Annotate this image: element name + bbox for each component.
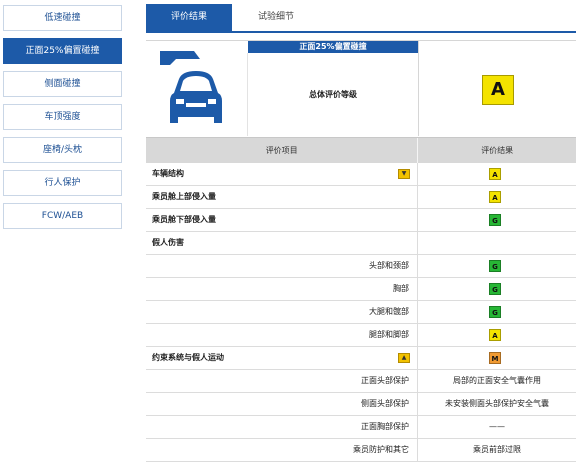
sidebar-item-low-speed[interactable]: 低速碰撞 [3, 5, 122, 31]
sidebar-item-pedestrian[interactable]: 行人保护 [3, 170, 122, 196]
overall-header: 正面25%偏置碰撞 总体评价等级 A [146, 40, 576, 137]
row-label: 胸部 [393, 284, 409, 293]
overall-grade-badge: A [482, 75, 514, 105]
grade-badge: M [489, 352, 501, 364]
row-result-text: 乘员前部过限 [473, 445, 521, 454]
row-label: 正面头部保护 [361, 376, 409, 385]
table-header: 评价项目 评价结果 [146, 137, 576, 163]
table-row: 大腿和髋部 G [146, 301, 576, 324]
sidebar-item-roof-strength[interactable]: 车顶强度 [3, 104, 122, 130]
overall-rating-label: 总体评价等级 [309, 90, 357, 99]
tab-details[interactable]: 试验细节 [246, 4, 306, 31]
grade-badge: G [489, 214, 501, 226]
table-row: 侧面头部保护 未安装侧面头部保护安全气囊 [146, 393, 576, 416]
expand-toggle-icon[interactable]: ▲ [398, 353, 410, 363]
car-front-icon [146, 41, 247, 135]
row-label: 腿部和脚部 [369, 330, 409, 339]
grade-badge: A [489, 191, 501, 203]
row-label: 大腿和髋部 [369, 307, 409, 316]
grade-badge: A [489, 168, 501, 180]
table-row: 约束系统与假人运动 ▲ M [146, 347, 576, 370]
table-row: 正面胸部保护 —— [146, 416, 576, 439]
sidebar-item-fcw-aeb[interactable]: FCW/AEB [3, 203, 122, 229]
row-label: 乘员舱下部侵入量 [152, 215, 216, 224]
row-result-text: —— [489, 422, 505, 431]
table-row: 头部和颈部 G [146, 255, 576, 278]
table-row: 乘员舱上部侵入量 A [146, 186, 576, 209]
row-result-text: 局部的正面安全气囊作用 [453, 376, 541, 385]
column-header-result: 评价结果 [481, 146, 514, 155]
sidebar-item-seat-headrest[interactable]: 座椅/头枕 [3, 137, 122, 163]
table-row: 胸部 G [146, 278, 576, 301]
column-header-item: 评价项目 [146, 138, 419, 163]
table-row: 乘员防护和其它 乘员前部过限 [146, 439, 576, 462]
row-result-text: 未安装侧面头部保护安全气囊 [445, 399, 549, 408]
row-label: 约束系统与假人运动 [152, 353, 224, 362]
row-label: 正面胸部保护 [361, 422, 409, 431]
table-row: 车辆结构 ▼ A [146, 163, 576, 186]
row-label: 侧面头部保护 [361, 399, 409, 408]
collapse-toggle-icon[interactable]: ▼ [398, 169, 410, 179]
grade-badge: G [489, 283, 501, 295]
grade-badge: G [489, 306, 501, 318]
sidebar-item-side-impact[interactable]: 侧面碰撞 [3, 71, 122, 97]
result-table: 正面25%偏置碰撞 总体评价等级 A 评价项目 评价结果 车辆结构 ▼ A 乘员… [146, 40, 576, 462]
sidebar-item-small-overlap[interactable]: 正面25%偏置碰撞 [3, 38, 122, 64]
row-label: 头部和颈部 [369, 261, 409, 270]
row-label: 乘员防护和其它 [353, 445, 409, 454]
table-row: 正面头部保护 局部的正面安全气囊作用 [146, 370, 576, 393]
tab-result[interactable]: 评价结果 [146, 4, 232, 31]
table-row: 乘员舱下部侵入量 G [146, 209, 576, 232]
table-row: 腿部和脚部 A [146, 324, 576, 347]
tab-bar: 评价结果 试验细节 [146, 4, 576, 33]
grade-badge: G [489, 260, 501, 272]
row-label: 假人伤害 [152, 238, 184, 247]
grade-badge: A [489, 329, 501, 341]
row-label: 乘员舱上部侵入量 [152, 192, 216, 201]
sidebar: 低速碰撞 正面25%偏置碰撞 侧面碰撞 车顶强度 座椅/头枕 行人保护 FCW/… [3, 5, 122, 236]
table-row: 假人伤害 [146, 232, 576, 255]
overall-rating-cell: A [418, 41, 577, 136]
test-type-banner: 正面25%偏置碰撞 [248, 41, 418, 53]
row-label: 车辆结构 [152, 169, 184, 178]
